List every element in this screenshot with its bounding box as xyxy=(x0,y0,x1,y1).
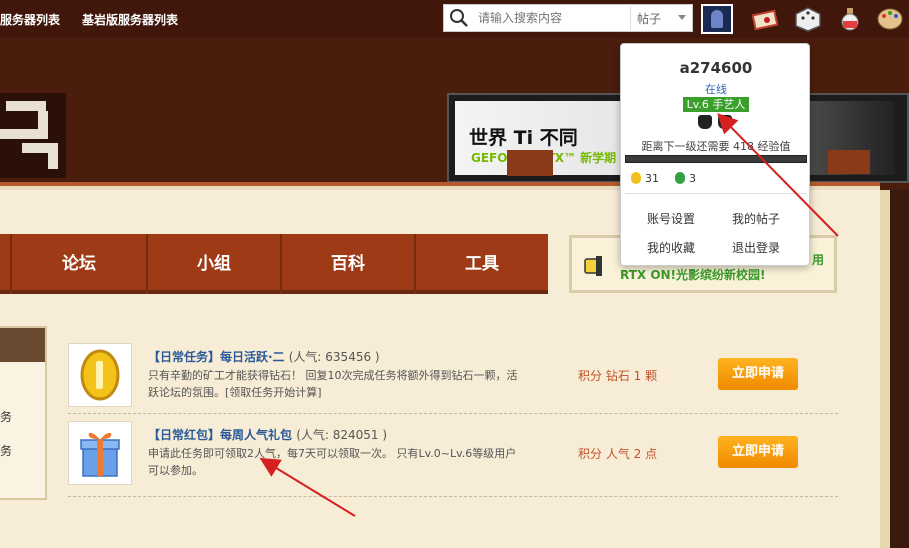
left-panel: 务 务 xyxy=(0,326,47,500)
top-bar: 服务器列表 基岩版服务器列表 帖子 xyxy=(0,0,909,38)
mail-icon[interactable] xyxy=(751,6,779,32)
apply-button[interactable]: 立即申请 xyxy=(718,358,798,390)
emerald-count: 3 xyxy=(675,172,696,185)
task-description: 只有辛勤的矿工才能获得钻石！ 回复10次完成任务将额外得到钻石一颗，活跃论坛的氛… xyxy=(148,369,518,399)
nav-item-wiki[interactable]: 百科 xyxy=(280,234,414,294)
divider xyxy=(68,496,838,497)
gift-box-icon xyxy=(68,421,132,485)
user-menu-popup: a274600 在线 Lv.6 手艺人 距离下一级还需要 418 经验值 31 … xyxy=(620,43,810,266)
exp-remaining-text: 距离下一级还需要 418 经验值 xyxy=(641,140,791,153)
task-reward: 积分 钻石 1 颗 xyxy=(578,369,658,383)
medal-icon xyxy=(718,115,732,129)
logout-link[interactable]: 退出登录 xyxy=(732,239,780,256)
level-badge: Lv.6 手艺人 xyxy=(683,97,749,112)
banner-title: 世界 Ti 不同 xyxy=(469,127,578,149)
task-title[interactable]: 【日常红包】每周人气礼包 (人气: 824051 ) xyxy=(148,426,387,443)
nav-item-forum[interactable]: 论坛 xyxy=(10,234,146,294)
divider xyxy=(68,413,838,414)
search-type-label: 帖子 xyxy=(637,12,662,26)
divider xyxy=(625,193,807,194)
task-reward: 积分 人气 2 点 xyxy=(578,447,658,461)
avatar[interactable] xyxy=(701,4,733,34)
my-posts-link[interactable]: 我的帖子 xyxy=(732,210,780,227)
exp-progress-bar xyxy=(625,155,807,163)
nav-item-groups[interactable]: 小组 xyxy=(146,234,280,294)
task-title[interactable]: 【日常任务】每日活跃·二 (人气: 635456 ) xyxy=(148,348,380,365)
speaker-icon xyxy=(584,256,602,276)
username[interactable]: a274600 xyxy=(621,59,811,77)
medal-icon xyxy=(698,115,712,129)
account-settings-link[interactable]: 账号设置 xyxy=(647,210,695,227)
search-type-select[interactable]: 帖子 xyxy=(630,6,692,30)
online-status: 在线 xyxy=(705,83,727,96)
task-row-daily-active: 【日常任务】每日活跃·二 (人气: 635456 ) 只有辛勤的矿工才能获得钻石… xyxy=(68,343,838,423)
search-input[interactable] xyxy=(478,8,628,28)
site-logo[interactable] xyxy=(0,93,66,178)
left-panel-item[interactable]: 务 xyxy=(0,408,12,425)
task-description: 申请此任务即可领取2人气，每7天可以领取一次。 只有Lv.0~Lv.6等级用户可… xyxy=(148,447,517,477)
dice-icon[interactable] xyxy=(794,6,822,32)
task-row-weekly-gift: 【日常红包】每周人气礼包 (人气: 824051 ) 申请此任务即可领取2人气，… xyxy=(68,421,838,501)
main-nav: 论坛 小组 百科 工具 xyxy=(0,234,548,294)
announcement-text[interactable]: RTX ON!光影缤纷新校园! xyxy=(620,266,766,283)
potion-icon[interactable] xyxy=(836,6,864,32)
server-list-link[interactable]: 服务器列表 xyxy=(0,11,60,28)
search-icon[interactable] xyxy=(448,8,472,28)
task-popularity: (人气: 635456 ) xyxy=(288,350,380,364)
gold-nugget-count: 31 xyxy=(631,172,659,185)
chevron-down-icon xyxy=(678,15,686,20)
gold-coin-icon xyxy=(68,343,132,407)
emerald-icon xyxy=(675,172,685,184)
nav-item-tools[interactable]: 工具 xyxy=(414,234,548,294)
task-title-text[interactable]: 【日常任务】每日活跃·二 xyxy=(148,350,285,364)
apply-button[interactable]: 立即申请 xyxy=(718,436,798,468)
left-panel-item[interactable]: 务 xyxy=(0,442,12,459)
my-favorites-link[interactable]: 我的收藏 xyxy=(647,239,695,256)
search-box: 帖子 xyxy=(443,4,693,32)
left-panel-header xyxy=(0,328,45,362)
task-title-text[interactable]: 【日常红包】每周人气礼包 xyxy=(148,428,292,442)
palette-icon[interactable] xyxy=(876,6,904,32)
announcement-text-tail: 用 xyxy=(812,253,825,267)
gold-nugget-icon xyxy=(631,172,641,184)
task-popularity: (人气: 824051 ) xyxy=(296,428,388,442)
bedrock-server-list-link[interactable]: 基岩版服务器列表 xyxy=(82,11,178,28)
